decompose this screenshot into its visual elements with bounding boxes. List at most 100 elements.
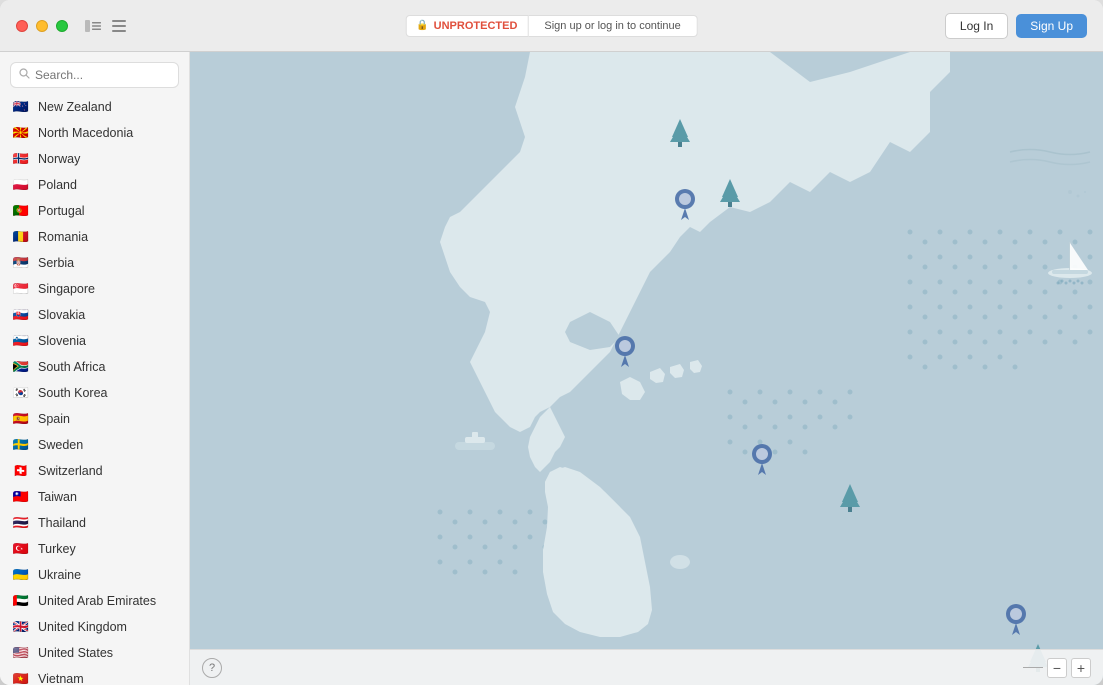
maximize-button[interactable] — [56, 20, 68, 32]
country-name: United States — [38, 646, 113, 660]
country-name: Romania — [38, 230, 88, 244]
country-name: Slovenia — [38, 334, 86, 348]
country-name: Norway — [38, 152, 80, 166]
lock-icon: 🔒 — [416, 20, 428, 31]
flag-icon: 🇲🇰 — [12, 124, 30, 142]
sidebar-item-north-macedonia[interactable]: 🇲🇰 North Macedonia — [0, 120, 189, 146]
sidebar-item-singapore[interactable]: 🇸🇬 Singapore — [0, 276, 189, 302]
country-name: South Africa — [38, 360, 105, 374]
world-map — [190, 52, 1103, 685]
titlebar-buttons: Log In Sign Up — [945, 13, 1087, 39]
map-bottom-bar: ? − + — [190, 649, 1103, 685]
sidebar-item-ukraine[interactable]: 🇺🇦 Ukraine — [0, 562, 189, 588]
country-name: North Macedonia — [38, 126, 133, 140]
sidebar-item-romania[interactable]: 🇷🇴 Romania — [0, 224, 189, 250]
country-name: Spain — [38, 412, 70, 426]
sidebar-item-new-zealand[interactable]: 🇳🇿 New Zealand — [0, 94, 189, 120]
sidebar-item-sweden[interactable]: 🇸🇪 Sweden — [0, 432, 189, 458]
minimize-button[interactable] — [36, 20, 48, 32]
flag-icon: 🇷🇸 — [12, 254, 30, 272]
sidebar-item-south-korea[interactable]: 🇰🇷 South Korea — [0, 380, 189, 406]
main-content: 🇳🇿 New Zealand 🇲🇰 North Macedonia 🇳🇴 Nor… — [0, 52, 1103, 685]
sidebar-item-vietnam[interactable]: 🇻🇳 Vietnam — [0, 666, 189, 685]
flag-icon: 🇻🇳 — [12, 670, 30, 685]
flag-icon: 🇪🇸 — [12, 410, 30, 428]
country-name: Singapore — [38, 282, 95, 296]
flag-icon: 🇵🇹 — [12, 202, 30, 220]
country-name: New Zealand — [38, 100, 112, 114]
country-name: Turkey — [38, 542, 76, 556]
sidebar-item-serbia[interactable]: 🇷🇸 Serbia — [0, 250, 189, 276]
sidebar-item-switzerland[interactable]: 🇨🇭 Switzerland — [0, 458, 189, 484]
flag-icon: 🇸🇮 — [12, 332, 30, 350]
flag-icon: 🇳🇴 — [12, 150, 30, 168]
country-name: United Arab Emirates — [38, 594, 156, 608]
flag-icon: 🇺🇸 — [12, 644, 30, 662]
help-button[interactable]: ? — [202, 658, 222, 678]
flag-icon: 🇨🇭 — [12, 462, 30, 480]
flag-icon: 🇷🇴 — [12, 228, 30, 246]
sidebar-item-united-states[interactable]: 🇺🇸 United States — [0, 640, 189, 666]
flag-icon: 🇵🇱 — [12, 176, 30, 194]
sidebar-item-slovenia[interactable]: 🇸🇮 Slovenia — [0, 328, 189, 354]
flag-icon: 🇸🇬 — [12, 280, 30, 298]
flag-icon: 🇹🇭 — [12, 514, 30, 532]
search-box[interactable] — [10, 62, 179, 88]
titlebar: 🔒 UNPROTECTED Sign up or log in to conti… — [0, 0, 1103, 52]
zoom-out-button[interactable]: − — [1047, 658, 1067, 678]
country-name: Sweden — [38, 438, 83, 452]
close-button[interactable] — [16, 20, 28, 32]
unprotected-label: UNPROTECTED — [434, 20, 518, 32]
sidebar-item-thailand[interactable]: 🇹🇭 Thailand — [0, 510, 189, 536]
search-icon — [19, 68, 30, 82]
sidebar-item-slovakia[interactable]: 🇸🇰 Slovakia — [0, 302, 189, 328]
search-input[interactable] — [35, 68, 170, 82]
flag-icon: 🇺🇦 — [12, 566, 30, 584]
country-name: Taiwan — [38, 490, 77, 504]
titlebar-center: 🔒 UNPROTECTED Sign up or log in to conti… — [405, 15, 698, 37]
country-list: 🇳🇿 New Zealand 🇲🇰 North Macedonia 🇳🇴 Nor… — [0, 94, 189, 685]
country-name: Switzerland — [38, 464, 103, 478]
country-name: Vietnam — [38, 672, 84, 685]
sidebar-item-united-arab-emirates[interactable]: 🇦🇪 United Arab Emirates — [0, 588, 189, 614]
country-name: Portugal — [38, 204, 85, 218]
sidebar-toggle-icons — [84, 17, 128, 35]
flag-icon: 🇰🇷 — [12, 384, 30, 402]
country-name: Thailand — [38, 516, 86, 530]
flag-icon: 🇹🇷 — [12, 540, 30, 558]
zoom-in-button[interactable]: + — [1071, 658, 1091, 678]
flag-icon: 🇿🇦 — [12, 358, 30, 376]
zoom-divider — [1023, 667, 1043, 668]
sidebar-item-taiwan[interactable]: 🇹🇼 Taiwan — [0, 484, 189, 510]
sidebar: 🇳🇿 New Zealand 🇲🇰 North Macedonia 🇳🇴 Nor… — [0, 52, 190, 685]
sidebar-item-poland[interactable]: 🇵🇱 Poland — [0, 172, 189, 198]
sidebar-item-portugal[interactable]: 🇵🇹 Portugal — [0, 198, 189, 224]
flag-icon: 🇸🇰 — [12, 306, 30, 324]
country-name: South Korea — [38, 386, 108, 400]
unprotected-badge: 🔒 UNPROTECTED — [405, 15, 528, 37]
country-name: Poland — [38, 178, 77, 192]
sidebar-item-norway[interactable]: 🇳🇴 Norway — [0, 146, 189, 172]
map-area: ? − + — [190, 52, 1103, 685]
login-button[interactable]: Log In — [945, 13, 1008, 39]
flag-icon: 🇸🇪 — [12, 436, 30, 454]
country-name: Serbia — [38, 256, 74, 270]
list-icon[interactable] — [110, 17, 128, 35]
flag-icon: 🇬🇧 — [12, 618, 30, 636]
flag-icon: 🇳🇿 — [12, 98, 30, 116]
country-name: United Kingdom — [38, 620, 127, 634]
signup-button[interactable]: Sign Up — [1016, 14, 1087, 38]
sidebar-item-turkey[interactable]: 🇹🇷 Turkey — [0, 536, 189, 562]
sidebar-item-united-kingdom[interactable]: 🇬🇧 United Kingdom — [0, 614, 189, 640]
country-name: Slovakia — [38, 308, 85, 322]
app-window: 🔒 UNPROTECTED Sign up or log in to conti… — [0, 0, 1103, 685]
sidebar-icon[interactable] — [84, 17, 102, 35]
titlebar-message: Sign up or log in to continue — [528, 15, 697, 37]
sidebar-item-south-africa[interactable]: 🇿🇦 South Africa — [0, 354, 189, 380]
flag-icon: 🇹🇼 — [12, 488, 30, 506]
zoom-controls: − + — [1023, 658, 1091, 678]
flag-icon: 🇦🇪 — [12, 592, 30, 610]
traffic-lights — [16, 20, 68, 32]
sidebar-item-spain[interactable]: 🇪🇸 Spain — [0, 406, 189, 432]
country-name: Ukraine — [38, 568, 81, 582]
